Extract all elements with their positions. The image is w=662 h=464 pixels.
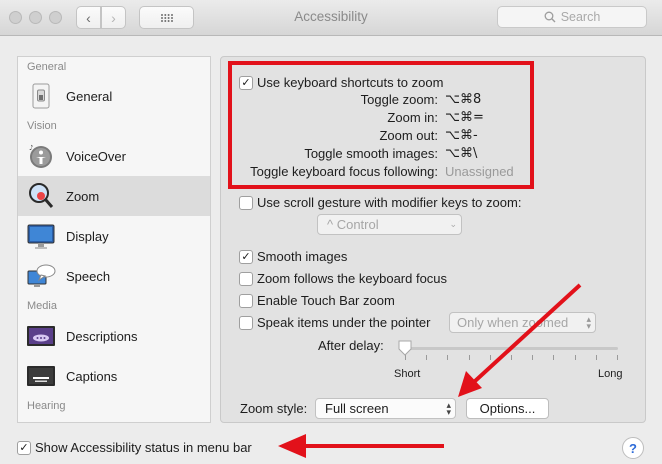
sidebar-item-label: Speech [66,268,111,284]
magnifier-icon [26,181,56,211]
slider-tick [553,355,555,360]
sidebar-item-speech[interactable]: Speech [18,256,210,296]
scroll-gesture-checkbox[interactable] [239,196,253,210]
popup-chevron-icon: ▴ ▾ [586,314,591,331]
voiceover-icon: ♪ [26,141,56,171]
smooth-images-checkbox[interactable]: ✓ [239,250,253,264]
after-delay-label: After delay: [318,338,384,353]
sidebar-item-voiceover[interactable]: ♪ VoiceOver [18,136,210,176]
help-button[interactable]: ? [622,437,644,459]
touch-bar-checkbox[interactable] [239,294,253,308]
status-menu-label: Show Accessibility status in menu bar [35,440,252,455]
sidebar-item-label: General [66,88,113,104]
sidebar-item-label: Captions [66,368,118,384]
title-bar: ‹ › Accessibility Search [0,0,662,36]
delay-slider[interactable] [405,347,618,350]
section-media: Media [27,300,57,312]
speak-items-value: Only when zoomed [457,315,569,330]
search-field[interactable]: Search [497,6,647,28]
popup-chevron-icon: ⌄ [449,219,457,229]
slider-ticks [405,355,618,361]
options-button[interactable]: Options... [466,398,549,419]
slider-tick [617,355,618,360]
speak-items-popup[interactable]: Only when zoomed ▴ ▾ [449,312,596,333]
sidebar-item-captions[interactable]: Captions [18,356,210,396]
question-icon: ? [629,440,637,456]
slider-tick [532,355,534,360]
slider-tick [595,355,597,360]
general-icon [26,81,56,111]
speak-items-label: Speak items under the pointer [257,315,431,330]
sidebar-item-descriptions[interactable]: Descriptions [18,316,210,356]
speech-icon [26,261,56,291]
sidebar-item-zoom[interactable]: Zoom [18,176,210,216]
follow-focus-checkbox[interactable] [239,272,253,286]
slider-tick [447,355,449,360]
slider-tick [426,355,428,360]
popup-chevron-icon: ▴ ▾ [446,400,451,417]
section-hearing: Hearing [27,400,66,412]
display-icon [26,221,56,251]
zoom-style-label: Zoom style: [240,401,308,416]
zoom-style-popup[interactable]: Full screen ▴ ▾ [315,398,456,419]
modifier-key-popup[interactable]: ^ Control ⌄ [317,214,462,235]
sidebar-item-label: VoiceOver [66,148,126,164]
slider-min-label: Short [394,368,421,380]
sidebar-item-label: Zoom [66,188,100,204]
arrow-to-status-menu [278,434,444,458]
search-placeholder: Search [560,10,601,24]
smooth-images-label: Smooth images [257,249,348,264]
captions-icon [26,361,56,391]
section-vision: Vision [27,120,57,132]
sidebar-item-general[interactable]: General [18,76,210,116]
annotation-highlight-box [228,61,534,189]
slider-max-label: Long [598,368,623,380]
scroll-gesture-label: Use scroll gesture with modifier keys to… [257,195,522,210]
descriptions-icon [26,321,56,351]
delay-slider-thumb[interactable] [398,340,412,356]
section-general: General [27,60,67,73]
speak-items-checkbox[interactable] [239,316,253,330]
zoom-style-value: Full screen [325,401,389,416]
sidebar-item-label: Descriptions [66,328,138,344]
slider-tick [511,355,512,360]
touch-bar-label: Enable Touch Bar zoom [257,293,395,308]
sidebar: General General Vision ♪ VoiceOver Zoom … [17,56,211,423]
sidebar-item-label: Display [66,228,109,244]
slider-tick [489,355,491,360]
search-icon [544,11,556,23]
svg-text:♪: ♪ [29,144,33,152]
slider-tick [468,355,470,360]
modifier-key-value: ^ Control [327,217,379,232]
status-menu-checkbox[interactable]: ✓ [17,441,31,455]
sidebar-item-display[interactable]: Display [18,216,210,256]
follow-focus-label: Zoom follows the keyboard focus [257,271,448,286]
slider-tick [574,355,576,360]
